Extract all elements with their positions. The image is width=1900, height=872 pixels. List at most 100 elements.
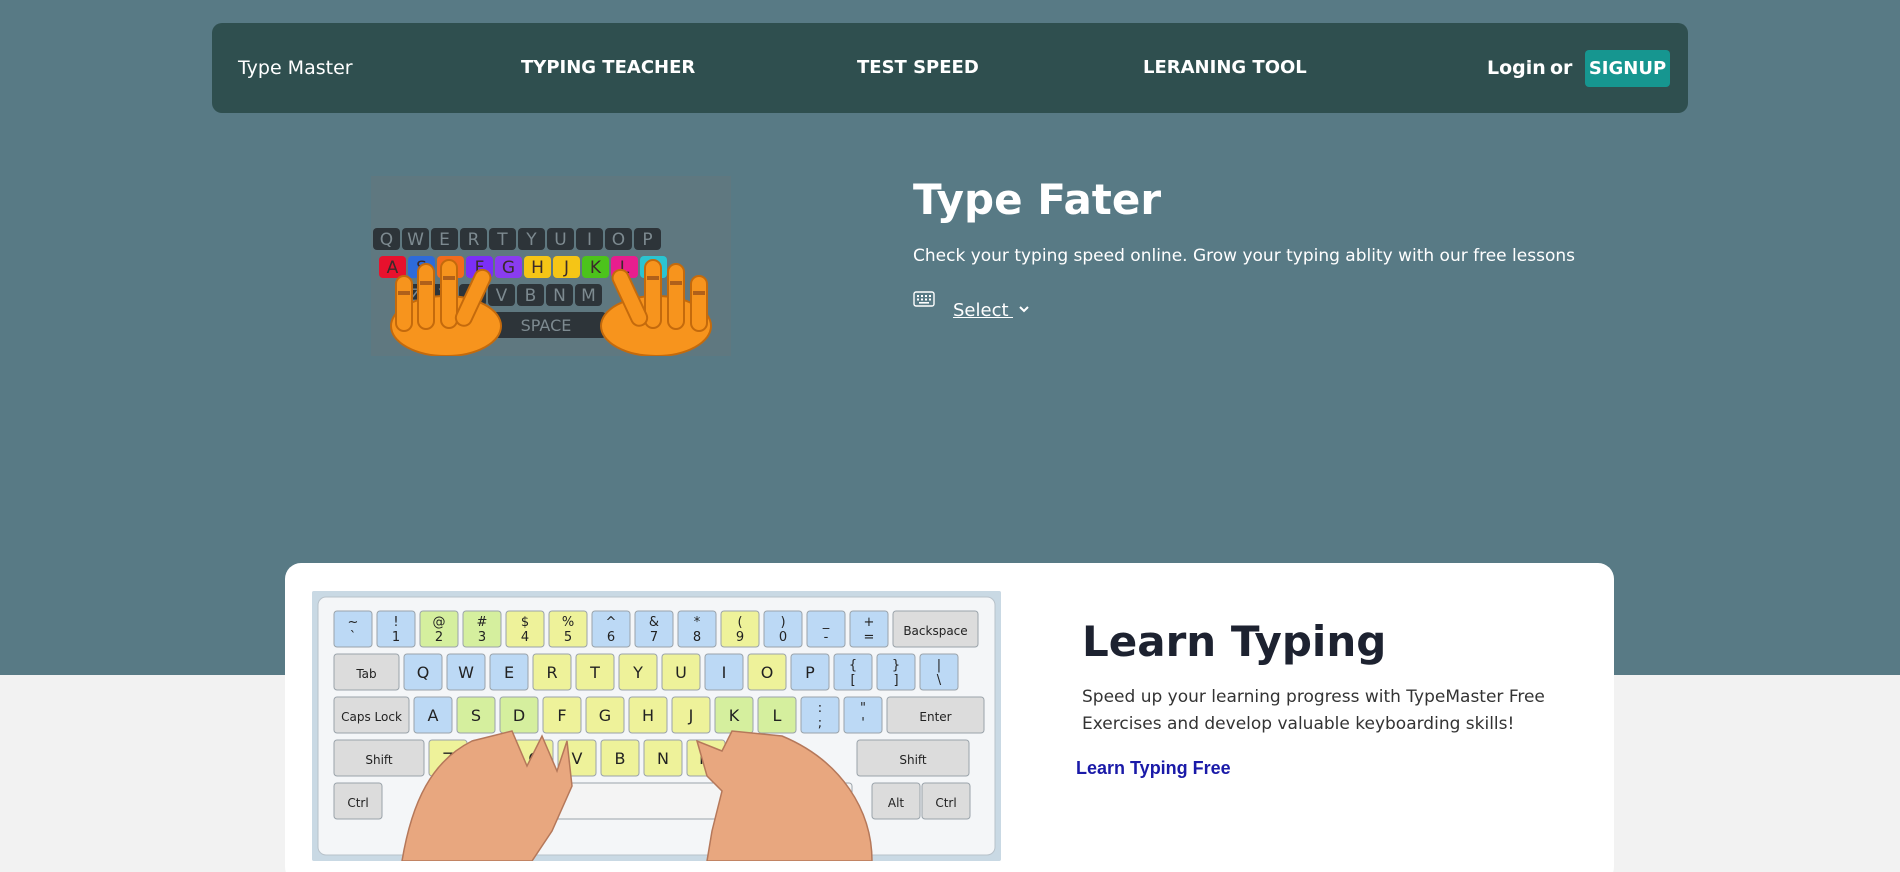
learn-key-label: F	[557, 706, 566, 725]
nav-test-speed[interactable]: TEST SPEED	[857, 23, 979, 113]
learn-key-label: R	[546, 663, 557, 682]
backspace-key-label: Backspace	[903, 624, 967, 638]
learn-key-label: ;	[818, 716, 822, 731]
chevron-down-icon[interactable]	[1018, 303, 1030, 315]
learn-key-label: B	[615, 749, 626, 768]
learn-key-label: D	[513, 706, 525, 725]
learn-key-label: 9	[736, 630, 744, 645]
tab-key-label: Tab	[355, 667, 376, 681]
learn-key-label: )	[780, 615, 785, 630]
learn-key-label: ]	[893, 673, 898, 688]
learn-key-label: J	[688, 706, 694, 725]
learn-key-label: Y	[632, 663, 643, 682]
learn-key-label: "	[860, 701, 866, 716]
learn-key-label: K	[729, 706, 740, 725]
navbar: Type Master TYPING TEACHER TEST SPEED LE…	[212, 23, 1688, 113]
learn-key-label: U	[675, 663, 687, 682]
hero-key-label: B	[525, 286, 537, 306]
learn-key-label: 1	[392, 630, 400, 645]
nav-learning-tool[interactable]: LERANING TOOL	[1143, 23, 1307, 113]
learn-typing-free-link[interactable]: Learn Typing Free	[1076, 758, 1231, 779]
learn-key-label: H	[642, 706, 654, 725]
hero-key-label: H	[531, 258, 544, 278]
learn-key-label: ~	[348, 615, 359, 630]
learn-key-label: -	[824, 630, 829, 645]
hero-key-label: M	[581, 286, 596, 306]
learn-key-label: S	[471, 706, 481, 725]
learn-key-label: +	[864, 615, 875, 630]
caps-lock-key-label: Caps Lock	[341, 710, 402, 724]
learn-key-label: A	[428, 706, 439, 725]
login-link[interactable]: Login	[1487, 23, 1546, 113]
or-text: or	[1550, 57, 1573, 79]
learn-key-label: W	[458, 663, 474, 682]
enter-key-label: Enter	[919, 710, 951, 724]
learn-key-label: Q	[417, 663, 430, 682]
hero-key-label: I	[587, 230, 592, 250]
brand-link[interactable]: Type Master	[238, 23, 353, 113]
hero-key-label: N	[553, 286, 566, 306]
keyboard-icon	[913, 291, 935, 307]
right-shift-key-label: Shift	[899, 753, 927, 767]
hero-key-label: J	[563, 258, 569, 278]
hero-key-label: V	[496, 286, 508, 306]
learn-key-label: =	[864, 630, 875, 645]
learn-keyboard-image: ~ `! 1 @2 #3 $4% 5 ^ 6 & 7 * 8 (9) 0 _ - + = Backspace Tab Q W…	[312, 591, 1001, 861]
learn-key-label: 7	[650, 630, 658, 645]
hero-key-label: O	[612, 230, 625, 250]
learn-key-label: 4	[521, 630, 529, 645]
learn-key-label: @	[433, 615, 446, 630]
learn-description: Speed up your learning progress with Typ…	[1082, 687, 1545, 734]
select-dropdown[interactable]: Select c	[953, 300, 1013, 321]
alt-key-label: Alt	[888, 796, 905, 810]
hero-keyboard-image: QWERTYUIOPASDFGHJKL:ZXCVBNMSPACE	[371, 176, 731, 356]
hero-title: Type Fater	[913, 175, 1162, 224]
learn-key-label: :	[818, 701, 822, 716]
learn-title: Learn Typing	[1082, 617, 1387, 666]
learn-key-label: L	[773, 706, 782, 725]
learn-key-label: &	[649, 615, 659, 630]
hero-key-label: E	[439, 230, 450, 250]
learn-key-label: I	[722, 663, 727, 682]
learn-key-label: V	[572, 749, 583, 768]
hero-key-label: K	[590, 258, 602, 278]
learn-key-label: _	[822, 615, 830, 630]
hero-subtitle: Check your typing speed online. Grow you…	[913, 246, 1575, 266]
learn-key-label: 2	[435, 630, 443, 645]
nav-typing-teacher[interactable]: TYPING TEACHER	[521, 23, 695, 113]
right-ctrl-key-label: Ctrl	[935, 796, 956, 810]
hero-key-label: T	[496, 230, 508, 250]
learn-key-label: #	[477, 615, 488, 630]
signup-button[interactable]: SIGNUP	[1585, 50, 1670, 87]
learn-key-label: O	[761, 663, 774, 682]
left-shift-key-label: Shift	[365, 753, 393, 767]
learn-key-label: G	[599, 706, 611, 725]
learn-key-label: 6	[607, 630, 615, 645]
learn-key-label: [	[850, 673, 855, 688]
hero-space-label: SPACE	[521, 316, 572, 335]
learn-key-label: %	[562, 615, 574, 630]
hero-key-label: U	[554, 230, 566, 250]
left-ctrl-key-label: Ctrl	[347, 796, 368, 810]
learn-key-label: |	[937, 658, 941, 673]
learn-key-label: T	[589, 663, 600, 682]
learn-key-label: E	[504, 663, 514, 682]
learn-key-label: $	[521, 615, 529, 630]
learn-key-label: *	[694, 615, 701, 630]
hero-key-label: W	[407, 230, 424, 250]
hero-key-label: Q	[380, 230, 393, 250]
hero-key-label: P	[642, 230, 652, 250]
hero-key-label: Y	[525, 230, 537, 250]
learn-key-label: !	[393, 615, 398, 630]
learn-key-label: \	[937, 673, 942, 688]
learn-key-label: 0	[779, 630, 787, 645]
learn-key-label: `	[350, 630, 357, 645]
learn-key-label: (	[737, 615, 742, 630]
learn-key-label: 5	[564, 630, 572, 645]
learn-key-label: 8	[693, 630, 701, 645]
hero-key-label: G	[502, 258, 515, 278]
hero-key-label: A	[387, 258, 399, 278]
learn-key-label: ^	[606, 615, 617, 630]
learn-key-label: P	[805, 663, 815, 682]
learn-key-label: {	[849, 658, 857, 673]
